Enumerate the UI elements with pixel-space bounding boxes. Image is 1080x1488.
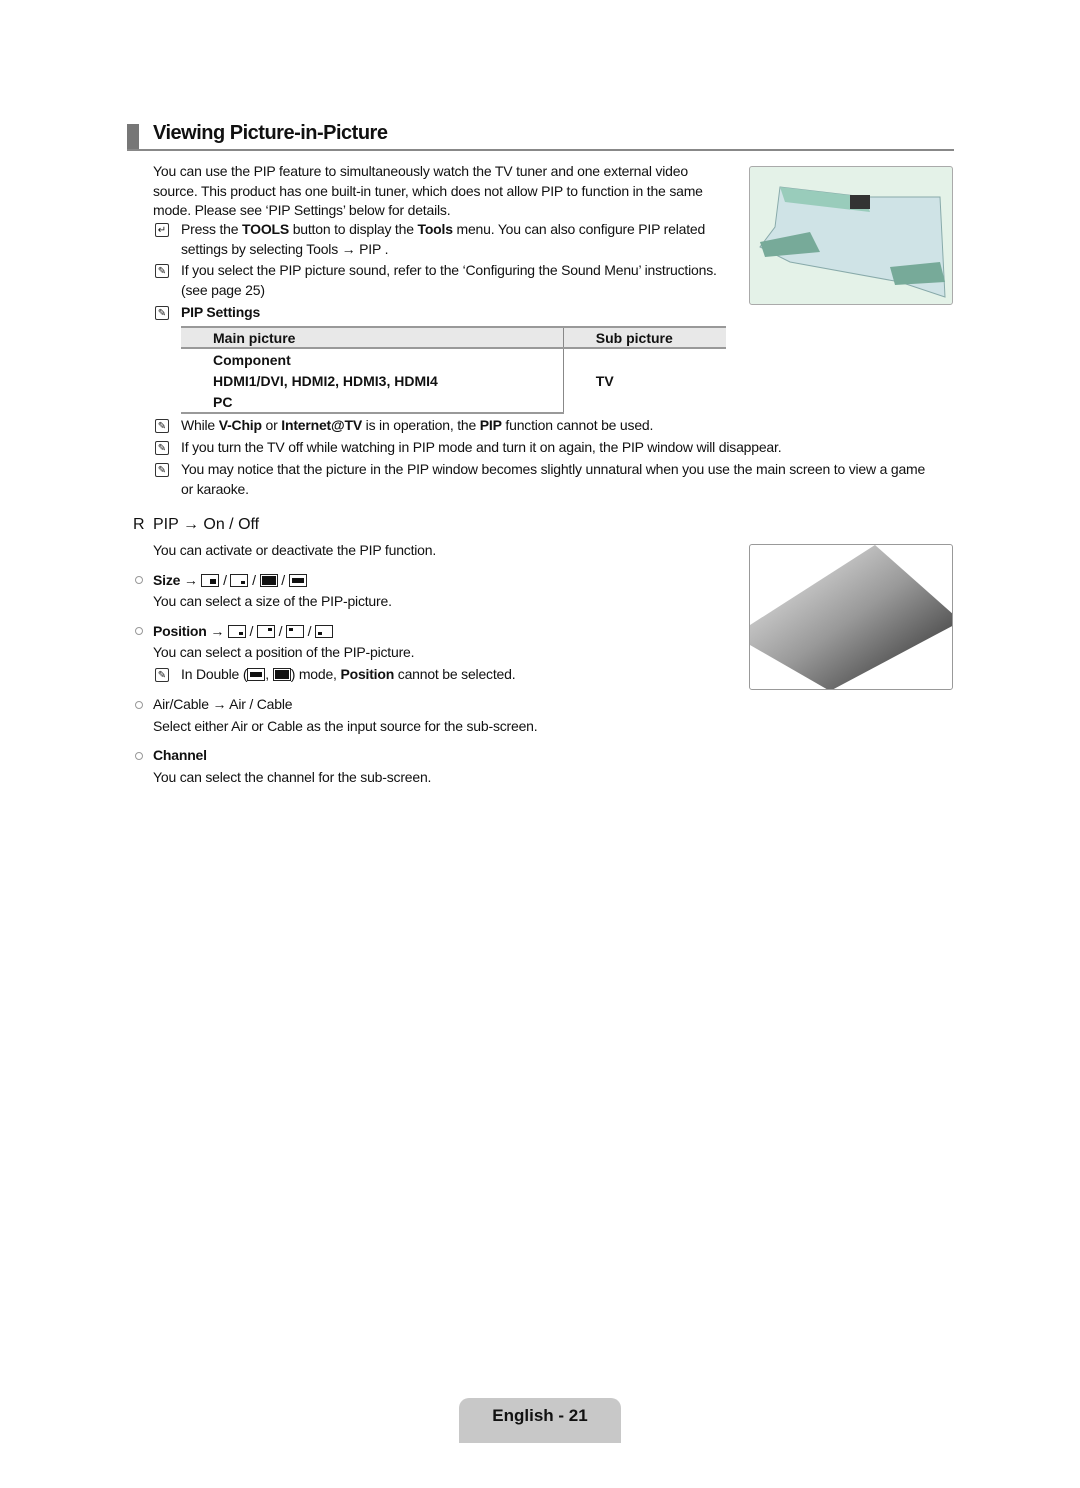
- intro-text: You can use the PIP feature to simultane…: [153, 162, 703, 221]
- pip-illustration-image: [749, 166, 953, 305]
- note-icon: ✎: [155, 419, 169, 433]
- position-desc: You can select a position of the PIP-pic…: [153, 644, 415, 660]
- cell-main: HDMI1/DVI, HDMI2, HDMI3, HDMI4: [213, 372, 438, 389]
- note-icon: ✎: [155, 441, 169, 455]
- intro-line: source. This product has one built-in tu…: [153, 182, 703, 199]
- intro-line: You can use the PIP feature to simultane…: [153, 163, 688, 179]
- header-sub: Sub picture: [562, 326, 726, 349]
- note-icon: ✎: [155, 463, 169, 477]
- unnatural-note: You may notice that the picture in the P…: [181, 461, 926, 497]
- pip-heading: PIP → On / Off: [153, 516, 260, 533]
- position-option: Position → / / /: [153, 622, 334, 642]
- sound-note: If you select the PIP picture sound, ref…: [181, 262, 717, 298]
- bullet-icon: [135, 627, 143, 635]
- channel-desc: You can select the channel for the sub-s…: [153, 769, 432, 785]
- double-note: In Double (, ) mode, Position cannot be …: [181, 666, 516, 682]
- title-bar-marker: [127, 124, 139, 150]
- section-marker: R: [133, 516, 145, 533]
- pip-screen-image: [749, 544, 953, 690]
- power-note: If you turn the TV off while watching in…: [181, 439, 782, 455]
- size-double-large-icon: [259, 574, 278, 587]
- tools-icon: ↵: [155, 223, 169, 237]
- cell-main: PC: [181, 391, 564, 414]
- position-top-right-icon: [256, 625, 275, 638]
- intro-line: mode. Please see ‘PIP Settings’ below fo…: [153, 202, 451, 218]
- size-tiny-icon: [230, 574, 249, 587]
- size-option: Size → / / /: [153, 571, 307, 591]
- pip-desc: You can activate or deactivate the PIP f…: [153, 542, 437, 558]
- pip-settings-label: PIP Settings: [181, 304, 261, 320]
- page-title: Viewing Picture-in-Picture: [153, 122, 388, 144]
- position-top-left-icon: [285, 625, 304, 638]
- bullet-icon: [135, 752, 143, 760]
- position-bottom-left-icon: [315, 625, 334, 638]
- tools-note: Press the TOOLS button to display the To…: [181, 221, 706, 257]
- channel-option: Channel: [153, 747, 207, 763]
- position-bottom-right-icon: [227, 625, 246, 638]
- note-icon: ✎: [155, 668, 169, 682]
- double-large-icon: [272, 668, 291, 681]
- cell-sub: TV: [562, 348, 726, 413]
- title-rule: [127, 149, 954, 151]
- size-small-icon: [201, 574, 220, 587]
- aircable-desc: Select either Air or Cable as the input …: [153, 718, 538, 734]
- note-icon: ✎: [155, 264, 169, 278]
- size-double-small-icon: [288, 574, 307, 587]
- header-main: Main picture: [181, 326, 564, 349]
- bullet-icon: [135, 701, 143, 709]
- cell-main: Component: [213, 351, 291, 368]
- vchip-note: While V-Chip or Internet@TV is in operat…: [181, 417, 654, 433]
- bullet-icon: [135, 576, 143, 584]
- double-small-icon: [247, 668, 266, 681]
- page-number-tab: English - 21: [459, 1398, 621, 1443]
- size-desc: You can select a size of the PIP-picture…: [153, 593, 392, 609]
- pip-settings-table: Main picture Sub picture Component TV HDMI…: [181, 326, 726, 414]
- aircable-option: Air/Cable → Air / Cable: [153, 696, 293, 712]
- note-icon: ✎: [155, 306, 169, 320]
